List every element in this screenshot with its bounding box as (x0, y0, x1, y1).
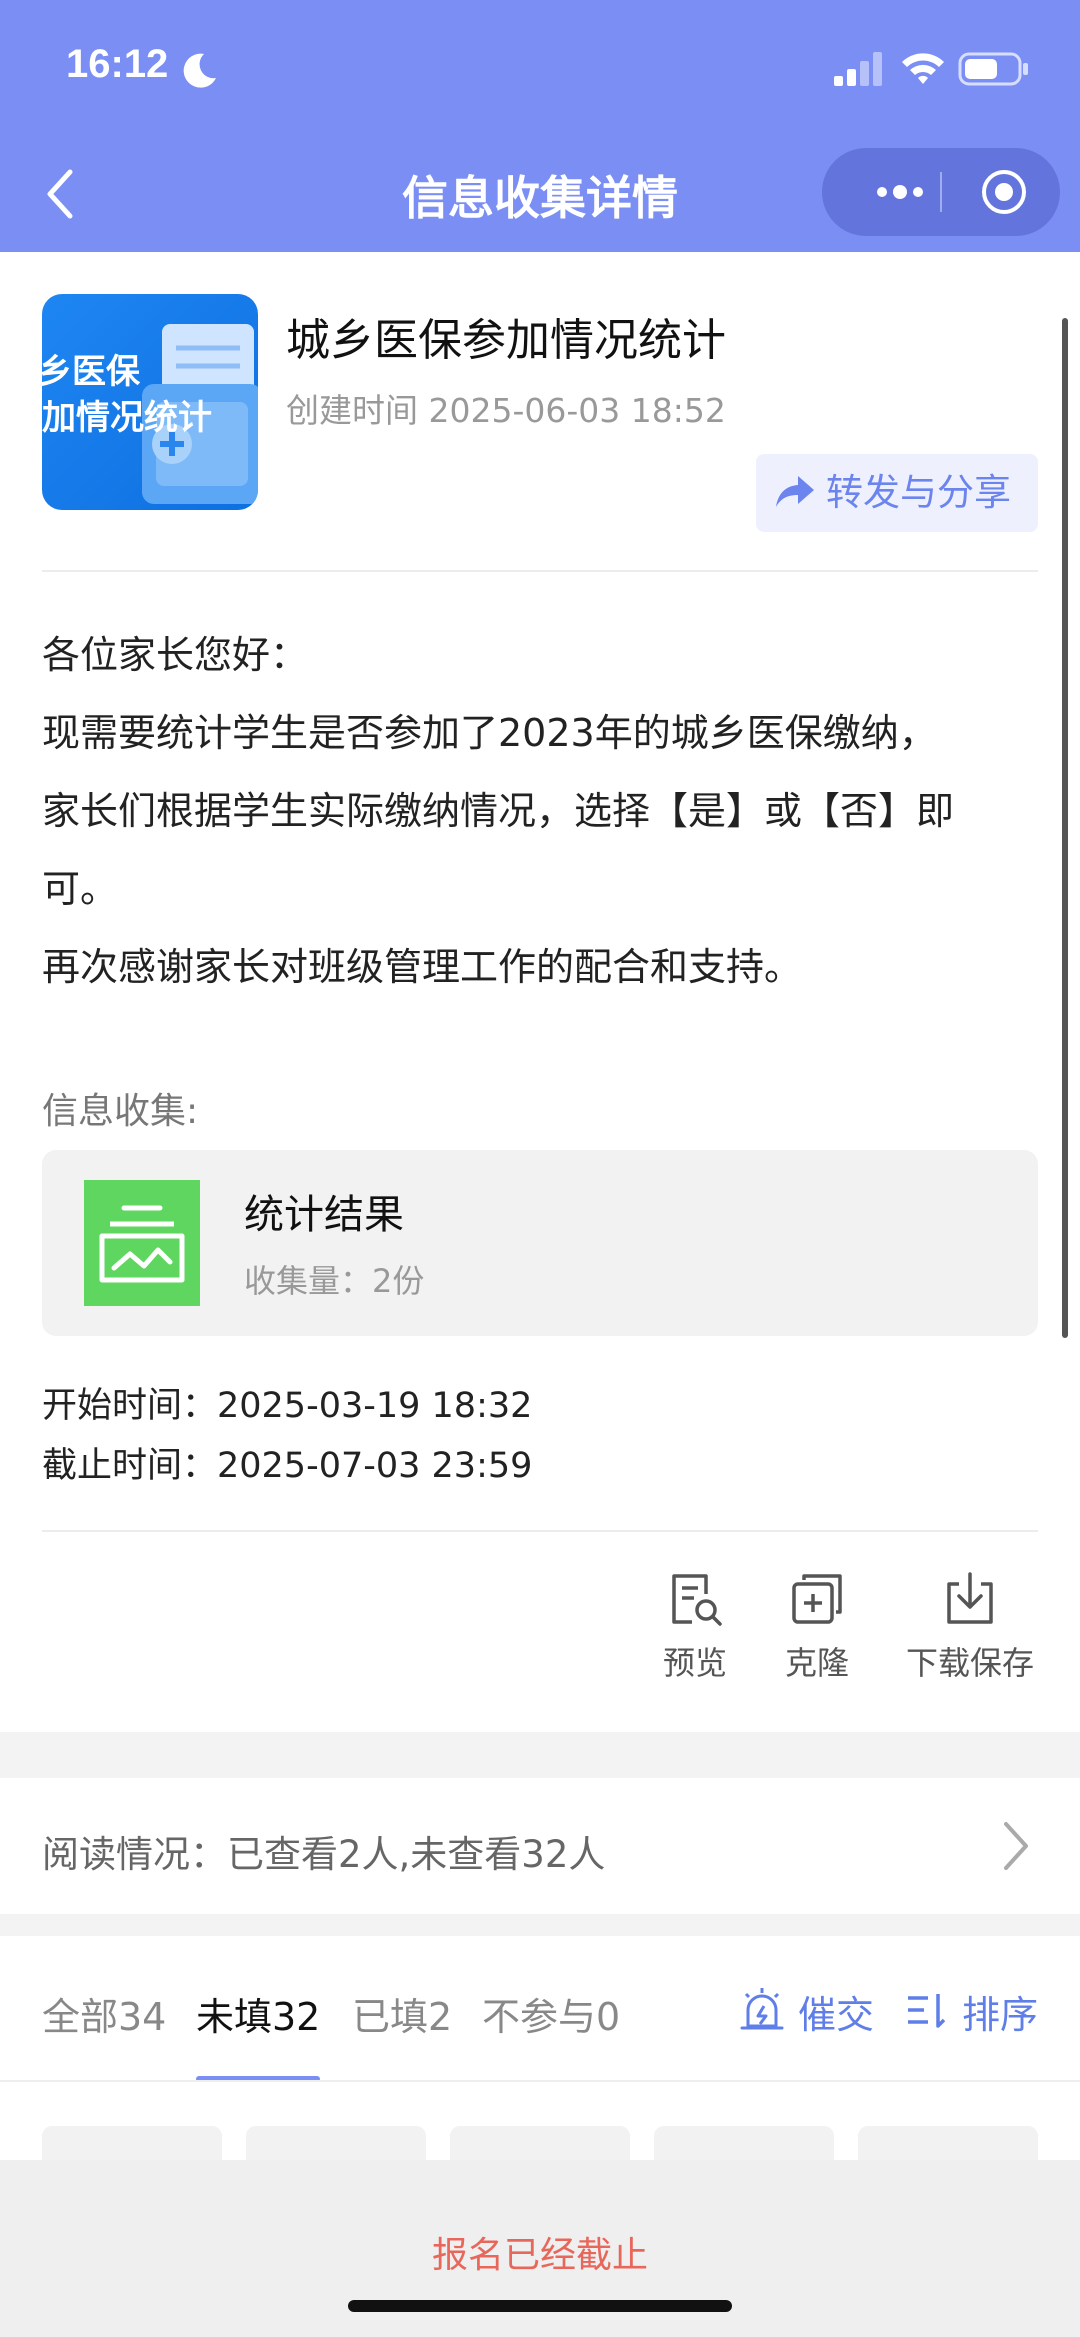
app-header: 16:12 信息收集详情 (0, 0, 1080, 252)
nav-bar: 信息收集详情 (0, 140, 1080, 252)
cover-image: 乡医保 加情况统计 (42, 294, 258, 510)
alarm-icon (740, 1988, 784, 2030)
reading-status-text: 阅读情况：已查看2人,未查看32人 (42, 1833, 606, 1876)
reading-status-row[interactable]: 阅读情况：已查看2人,未查看32人 (0, 1778, 1080, 1914)
signal-icon (834, 52, 882, 86)
battery-icon (958, 52, 1028, 86)
end-time: 截止时间：2025-07-03 23:59 (42, 1446, 533, 1486)
download-icon (947, 1572, 993, 1624)
mini-program-capsule (822, 148, 1060, 236)
share-button[interactable]: 转发与分享 (756, 454, 1038, 532)
notice-body: 各位家长您好： 现需要统计学生是否参加了2023年的城乡医保缴纳， 家长们根据学… (42, 616, 1052, 1006)
time-range: 开始时间：2025-03-19 18:32 截止时间：2025-07-03 23… (42, 1376, 532, 1496)
download-button[interactable]: 下载保存 (900, 1570, 1040, 1700)
detail-card: 乡医保 加情况统计 城乡医保参加情况统计 创建时间 2025-06-03 18:… (0, 252, 1080, 1732)
stat-count: 收集量：2份 (244, 1262, 425, 1300)
collect-label: 信息收集: (42, 1091, 199, 1132)
tab-unfilled[interactable]: 未填32 (196, 1986, 320, 2041)
deadline-notice: 报名已经截止 (431, 2235, 648, 2276)
stat-title: 统计结果 (244, 1192, 404, 1238)
preview-label: 预览 (662, 1644, 727, 1682)
submission-section: 全部34 未填32 已填2 不参与0 催交 排序 (0, 1936, 1080, 2166)
sort-label: 排序 (962, 1993, 1039, 2037)
share-label: 转发与分享 (826, 471, 1011, 514)
cover-text-line1: 乡医保 (42, 352, 140, 392)
notice-line: 各位家长您好： (42, 633, 309, 677)
chevron-right-icon (1004, 1822, 1028, 1870)
remind-button[interactable]: 催交 (740, 1984, 875, 2039)
notice-line: 现需要统计学生是否参加了2023年的城乡医保缴纳， (42, 711, 937, 755)
start-time: 开始时间：2025-03-19 18:32 (42, 1386, 533, 1426)
scrollbar[interactable] (1062, 318, 1068, 1338)
clone-label: 克隆 (784, 1644, 849, 1682)
home-indicator[interactable] (348, 2300, 732, 2312)
notice-line: 家长们根据学生实际缴纳情况，选择【是】或【否】即 (42, 789, 955, 833)
created-time: 创建时间 2025-06-03 18:52 (286, 391, 726, 430)
notice-line: 再次感谢家长对班级管理工作的配合和支持。 (42, 945, 803, 989)
moon-icon (183, 53, 216, 88)
notice-line: 可。 (42, 867, 119, 911)
cover-text-line2: 加情况统计 (42, 398, 212, 438)
remind-label: 催交 (798, 1993, 875, 2037)
tab-divider (0, 2080, 1080, 2082)
status-bar: 16:12 (0, 0, 1080, 140)
wifi-icon (902, 53, 944, 84)
share-arrow-icon (776, 476, 814, 507)
tab-all[interactable]: 全部34 (42, 1986, 166, 2041)
preview-button[interactable]: 预览 (652, 1570, 738, 1700)
sort-button[interactable]: 排序 (908, 1984, 1039, 2039)
statistics-icon (84, 1180, 200, 1306)
close-miniprogram-icon[interactable] (976, 166, 1032, 218)
capsule-divider (940, 172, 942, 212)
divider (42, 570, 1038, 572)
preview-icon (672, 1574, 722, 1626)
doc-title: 城乡医保参加情况统计 (286, 315, 726, 366)
download-label: 下载保存 (905, 1644, 1034, 1682)
clone-button[interactable]: 克隆 (774, 1570, 860, 1700)
divider (42, 1530, 1038, 1532)
stat-result-card[interactable]: 统计结果 收集量：2份 (42, 1150, 1038, 1336)
sort-icon (908, 1994, 946, 2028)
clone-icon (792, 1574, 842, 1624)
status-time: 16:12 (66, 42, 169, 86)
more-icon[interactable] (852, 166, 952, 218)
tab-absent[interactable]: 不参与0 (482, 1986, 620, 2041)
tab-filled[interactable]: 已填2 (352, 1986, 452, 2041)
